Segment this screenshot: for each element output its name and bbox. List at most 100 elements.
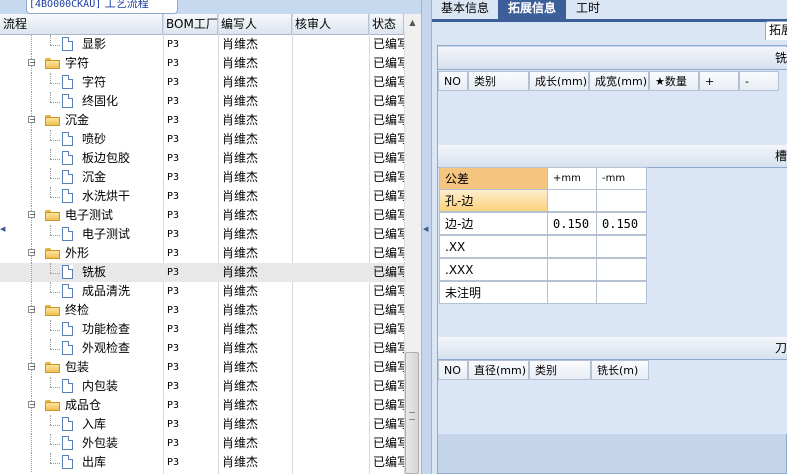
tab-basic-info[interactable]: 基本信息: [432, 0, 498, 19]
tree-row[interactable]: − 外形 P3 肖维杰 已编写: [0, 244, 404, 263]
tree-connector: [50, 349, 60, 350]
tree-step-label: 内包装: [82, 379, 119, 393]
tolerance-plus-field[interactable]: [547, 258, 597, 281]
reviewer-cell: [296, 130, 366, 149]
column-header-status[interactable]: 状态: [369, 14, 404, 34]
document-icon: [62, 75, 73, 89]
tree-row[interactable]: 成品清洗 P3 肖维杰 已编写: [0, 282, 404, 301]
scroll-up-arrow-icon[interactable]: ▲: [404, 14, 421, 31]
collapse-toggle-icon[interactable]: −: [28, 116, 36, 124]
tool-col-diameter[interactable]: 直径(mm): [468, 360, 529, 380]
tree-connector: [31, 187, 32, 206]
tree-row[interactable]: 字符 P3 肖维杰 已编写: [0, 73, 404, 92]
tree-row[interactable]: 终固化 P3 肖维杰 已编写: [0, 92, 404, 111]
tool-col-mill-length[interactable]: 铣长(m): [591, 360, 649, 380]
reviewer-cell: [296, 225, 366, 244]
tolerance-plus-field[interactable]: [547, 189, 597, 212]
pane-splitter[interactable]: [421, 0, 432, 474]
tool-section-title-text: 刀: [774, 341, 787, 355]
tree-connector: [50, 263, 51, 273]
reviewer-cell: [296, 415, 366, 434]
tree-row[interactable]: − 包装 P3 肖维杰 已编写: [0, 358, 404, 377]
tree-row[interactable]: 铣板 P3 肖维杰 已编写: [0, 263, 404, 282]
collapse-right-arrow-icon[interactable]: ◀: [423, 225, 429, 233]
author-cell: 肖维杰: [222, 37, 259, 51]
bom-factory-cell: P3: [167, 172, 180, 183]
tolerance-plus-field[interactable]: [547, 235, 597, 258]
collapse-toggle-icon[interactable]: −: [28, 59, 36, 67]
tab-extended-info[interactable]: 拓展信息: [498, 0, 566, 19]
tree-row[interactable]: 内包装 P3 肖维杰 已编写: [0, 377, 404, 396]
mill-col-no[interactable]: NO: [438, 71, 468, 91]
mill-col-category[interactable]: 类别: [468, 71, 529, 91]
tree-step-label: 板边包胶: [82, 151, 131, 165]
collapse-toggle-icon[interactable]: −: [28, 249, 36, 257]
collapse-toggle-icon[interactable]: −: [28, 363, 36, 371]
reviewer-cell: [296, 111, 366, 130]
tolerance-plus-field[interactable]: [547, 281, 597, 304]
author-cell: 肖维杰: [222, 436, 259, 450]
tolerance-minus-field[interactable]: [596, 258, 647, 281]
mill-col-length[interactable]: 成长(mm): [529, 71, 589, 91]
tree-step-label: 入库: [82, 417, 107, 431]
tree-connector: [50, 178, 60, 179]
tree-connector: [50, 377, 51, 387]
document-icon: [62, 37, 73, 51]
tree-row[interactable]: 入库 P3 肖维杰 已编写: [0, 415, 404, 434]
sub-tab-extended[interactable]: 拓展: [765, 21, 787, 42]
tree-connector: [31, 320, 32, 339]
mill-col-quantity[interactable]: ★数量: [649, 71, 699, 91]
mill-col-minus[interactable]: -: [739, 71, 779, 91]
collapse-toggle-icon[interactable]: −: [28, 211, 36, 219]
document-icon: [62, 284, 73, 298]
mill-col-plus[interactable]: +: [699, 71, 739, 91]
collapse-left-arrow-icon[interactable]: ◀: [0, 225, 5, 233]
tool-col-category[interactable]: 类别: [529, 360, 591, 380]
tree-row[interactable]: − 终检 P3 肖维杰 已编写: [0, 301, 404, 320]
document-icon: [62, 132, 73, 146]
column-header-reviewer[interactable]: 核审人: [292, 14, 369, 34]
tree-row[interactable]: 外观检查 P3 肖维杰 已编写: [0, 339, 404, 358]
tree-connector: [50, 320, 51, 330]
tree-connector: [50, 235, 60, 236]
mill-col-width[interactable]: 成宽(mm): [589, 71, 649, 91]
tree-row[interactable]: 显影 P3 肖维杰 已编写: [0, 35, 404, 54]
tab-work-hours[interactable]: 工时: [566, 0, 610, 19]
tree-row[interactable]: − 电子测试 P3 肖维杰 已编写: [0, 206, 404, 225]
column-header-process[interactable]: 流程: [0, 14, 163, 34]
tree-row[interactable]: − 字符 P3 肖维杰 已编写: [0, 54, 404, 73]
author-cell: 肖维杰: [222, 151, 259, 165]
tree-row[interactable]: 外包装 P3 肖维杰 已编写: [0, 434, 404, 453]
author-cell: 肖维杰: [222, 417, 259, 431]
tree-row[interactable]: 电子测试 P3 肖维杰 已编写: [0, 225, 404, 244]
collapse-toggle-icon[interactable]: −: [28, 401, 36, 409]
column-header-bom-factory[interactable]: BOM工厂: [163, 14, 218, 34]
tree-row[interactable]: 水洗烘干 P3 肖维杰 已编写: [0, 187, 404, 206]
tree-row[interactable]: 出库 P3 肖维杰 已编写: [0, 453, 404, 472]
tree-step-label: 沉金: [82, 170, 107, 184]
collapse-toggle-icon[interactable]: −: [28, 306, 36, 314]
tolerance-minus-field[interactable]: [596, 189, 647, 212]
process-flow-tab-label: 工艺流程: [104, 0, 149, 10]
tree-row[interactable]: 功能检查 P3 肖维杰 已编写: [0, 320, 404, 339]
tolerance-plus-header: +mm: [547, 167, 597, 190]
tolerance-minus-field[interactable]: 0.150: [596, 212, 647, 235]
tree-row[interactable]: 喷砂 P3 肖维杰 已编写: [0, 130, 404, 149]
process-flow-tab[interactable]: [4BO000CKAU] 工艺流程: [26, 0, 178, 14]
reviewer-cell: [296, 187, 366, 206]
tool-col-no[interactable]: NO: [438, 360, 468, 380]
author-cell: 肖维杰: [222, 56, 259, 70]
tree-row[interactable]: − 成品仓 P3 肖维杰 已编写: [0, 396, 404, 415]
tree-row[interactable]: 板边包胶 P3 肖维杰 已编写: [0, 149, 404, 168]
status-cell: 已编写: [373, 265, 404, 279]
tolerance-plus-field[interactable]: 0.150: [547, 212, 597, 235]
tree-group-label: 外形: [65, 246, 90, 260]
tolerance-minus-field[interactable]: [596, 235, 647, 258]
column-header-author[interactable]: 编写人: [218, 14, 292, 34]
tree-row[interactable]: 沉金 P3 肖维杰 已编写: [0, 168, 404, 187]
bom-factory-cell: P3: [167, 324, 180, 335]
tolerance-minus-field[interactable]: [596, 281, 647, 304]
tree-row[interactable]: − 沉金 P3 肖维杰 已编写: [0, 111, 404, 130]
author-cell: 肖维杰: [222, 246, 259, 260]
tree-connector: [31, 282, 32, 301]
